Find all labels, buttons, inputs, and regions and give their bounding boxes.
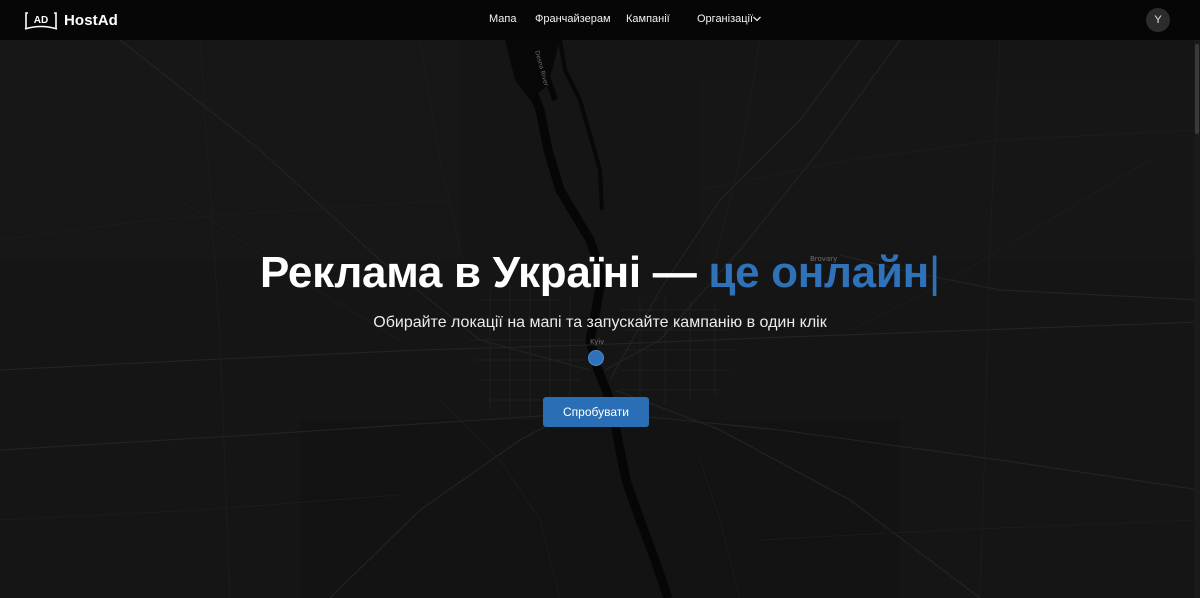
- hero-subtitle: Обирайте локації на мапі та запускайте к…: [373, 314, 827, 331]
- map-label-kyiv: Kyiv: [590, 338, 605, 346]
- nav-organizations-dropdown[interactable]: Організації: [697, 13, 753, 25]
- hero-title-accent: це онлайн: [708, 248, 929, 297]
- brand-logo-link[interactable]: AD HostAd: [24, 8, 118, 32]
- user-avatar[interactable]: Y: [1146, 8, 1170, 32]
- chevron-down-icon[interactable]: [752, 15, 762, 23]
- try-button[interactable]: Спробувати: [543, 397, 649, 427]
- hero-title-main: Реклама в Україні —: [259, 248, 709, 297]
- nav-campaigns[interactable]: Кампанії: [626, 13, 670, 25]
- typing-cursor: |: [928, 248, 941, 297]
- svg-text:AD: AD: [34, 15, 48, 26]
- nav-franchisers[interactable]: Франчайзерам: [535, 13, 611, 25]
- page-scrollbar[interactable]: [1194, 40, 1200, 598]
- top-navbar: AD HostAd Мапа Франчайзерам Кампанії Орг…: [0, 0, 1200, 40]
- hero-title: Реклама в Україні — це онлайн|: [0, 248, 1200, 298]
- nav-map[interactable]: Мапа: [489, 13, 516, 25]
- kyiv-location-marker[interactable]: [588, 350, 604, 366]
- ad-logo-icon: AD: [24, 12, 58, 30]
- brand-name: HostAd: [64, 11, 118, 29]
- scrollbar-thumb[interactable]: [1195, 44, 1199, 134]
